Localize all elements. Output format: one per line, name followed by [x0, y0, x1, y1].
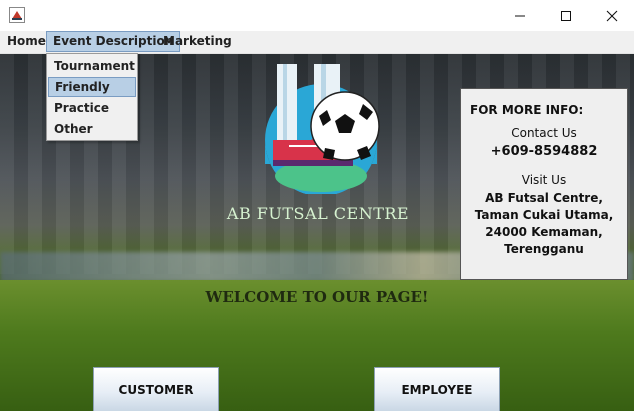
- maximize-button[interactable]: [543, 0, 589, 31]
- close-icon: [606, 10, 618, 21]
- maximize-icon: [561, 10, 571, 21]
- menu-bar: Home Event Description Marketing: [0, 31, 634, 54]
- title-bar: [0, 0, 634, 31]
- address-line: 24000 Kemaman,: [485, 225, 603, 239]
- dropdown-item-practice[interactable]: Practice: [48, 98, 136, 118]
- java-app-icon: [9, 7, 25, 23]
- info-heading: FOR MORE INFO:: [470, 103, 584, 117]
- address-line: Taman Cukai Utama,: [474, 208, 614, 222]
- menu-marketing[interactable]: Marketing: [157, 31, 238, 52]
- visit-label: Visit Us: [521, 173, 567, 187]
- menu-home[interactable]: Home: [1, 31, 52, 52]
- dropdown-item-tournament[interactable]: Tournament: [48, 56, 136, 76]
- close-button[interactable]: [589, 0, 634, 31]
- minimize-icon: [515, 15, 525, 16]
- event-description-dropdown: Tournament Friendly Practice Other: [46, 53, 138, 141]
- futsal-logo: [265, 64, 380, 194]
- contact-label: Contact Us: [511, 126, 577, 140]
- welcome-heading: WELCOME TO OUR PAGE!: [205, 288, 429, 306]
- customer-button[interactable]: CUSTOMER: [93, 367, 219, 411]
- dropdown-item-friendly[interactable]: Friendly: [48, 77, 136, 97]
- phone-number: +609-8594882: [490, 144, 598, 159]
- employee-button[interactable]: EMPLOYEE: [374, 367, 500, 411]
- minimize-button[interactable]: [497, 0, 543, 31]
- address-line: AB Futsal Centre,: [485, 191, 603, 205]
- address-line: Terengganu: [504, 242, 584, 256]
- dropdown-item-other[interactable]: Other: [48, 119, 136, 139]
- contact-info-panel: FOR MORE INFO: Contact Us +609-8594882 V…: [460, 88, 628, 280]
